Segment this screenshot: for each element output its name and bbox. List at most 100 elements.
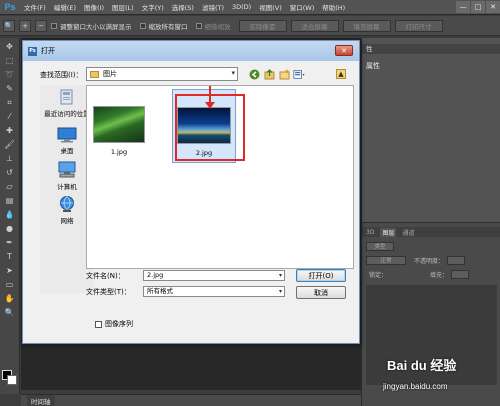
resize-window-checkbox[interactable] xyxy=(51,22,57,29)
history-brush-tool-icon[interactable]: ↺ xyxy=(2,167,18,178)
baidu-watermark: Bai du 经验 xyxy=(387,355,456,374)
path-select-tool-icon[interactable]: ➤ xyxy=(2,265,18,276)
eyedropper-tool-icon[interactable]: ⁄ xyxy=(2,111,18,122)
desktop-icon xyxy=(57,127,77,143)
quick-select-tool-icon[interactable]: ✎ xyxy=(2,83,18,94)
menu-edit[interactable]: 编辑(E) xyxy=(50,2,80,12)
look-in-select[interactable]: 图片 ▾ xyxy=(86,67,238,81)
new-folder-icon[interactable] xyxy=(278,68,290,80)
print-size-button[interactable]: 打印尺寸 xyxy=(394,19,443,32)
file-type-label: 文件类型(T)： xyxy=(86,288,131,296)
fill-screen-button[interactable]: 填充屏幕 xyxy=(342,19,391,32)
dialog-close-button[interactable]: ✕ xyxy=(335,45,353,56)
zoom-all-checkbox[interactable] xyxy=(139,22,146,29)
zoom-tool-side-icon[interactable]: 🔍 xyxy=(2,307,18,318)
menu-help[interactable]: 帮助(H) xyxy=(318,2,349,12)
chevron-down-icon[interactable]: ▾ xyxy=(279,271,282,280)
computer-icon xyxy=(58,161,76,178)
tab-layers[interactable]: 图层 xyxy=(380,227,397,237)
place-desktop-label: 桌面 xyxy=(60,147,74,155)
menu-window[interactable]: 窗口(W) xyxy=(286,2,319,12)
file-type-select[interactable]: 所有格式 ▾ xyxy=(143,286,285,297)
healing-brush-tool-icon[interactable]: ✚ xyxy=(2,125,18,136)
fit-screen-button[interactable]: 适合屏幕 xyxy=(290,19,339,32)
fill-field[interactable] xyxy=(451,269,470,279)
hand-tool-icon[interactable]: ✋ xyxy=(2,293,18,304)
dodge-tool-icon[interactable]: ● xyxy=(2,223,18,234)
file-name-input[interactable]: 2.jpg ▾ xyxy=(143,270,285,281)
status-bar: 时间轴 xyxy=(21,394,361,406)
eraser-tool-icon[interactable]: ▱ xyxy=(2,181,18,192)
place-computer-label: 计算机 xyxy=(57,183,77,191)
view-menu-icon[interactable] xyxy=(293,68,305,80)
move-tool-icon[interactable]: ✥ xyxy=(2,41,18,52)
timeline-tab[interactable]: 时间轴 xyxy=(27,394,55,406)
file-name-value: 2.jpg xyxy=(147,271,164,279)
menu-3d[interactable]: 3D(D) xyxy=(228,3,255,11)
dialog-nav-icons xyxy=(248,68,308,80)
cancel-button[interactable]: 取消 xyxy=(296,286,346,299)
blend-row: 正常 不透明度： xyxy=(366,255,470,265)
actual-pixels-button[interactable]: 实际像素 xyxy=(238,19,287,32)
menu-filter[interactable]: 滤镜(T) xyxy=(198,2,228,12)
recent-places-icon xyxy=(60,89,73,105)
color-swatches[interactable] xyxy=(2,370,18,386)
type-tool-icon[interactable]: T xyxy=(2,251,18,262)
file-name-label: 1.jpg xyxy=(110,148,128,156)
menu-select[interactable]: 选择(S) xyxy=(168,2,198,12)
minimize-button[interactable]: — xyxy=(456,1,470,13)
chevron-down-icon: ▾ xyxy=(231,69,235,77)
lasso-tool-icon[interactable]: ➰ xyxy=(2,69,18,80)
scrubby-zoom-checkbox[interactable] xyxy=(195,22,202,29)
menu-file[interactable]: 文件(F) xyxy=(20,2,50,12)
menu-type[interactable]: 文字(Y) xyxy=(138,2,168,12)
photoshop-small-icon: Ps xyxy=(28,46,37,56)
menu-view[interactable]: 视图(V) xyxy=(255,2,286,12)
properties-tab[interactable]: 性 xyxy=(362,44,500,54)
photoshop-logo: Ps xyxy=(4,2,16,12)
photoshop-browse-icon[interactable]: ▲ xyxy=(336,69,346,79)
window-controls: — □ ✕ xyxy=(455,1,500,13)
maximize-button[interactable]: □ xyxy=(471,1,485,13)
up-folder-icon[interactable] xyxy=(263,68,275,80)
shape-tool-icon[interactable]: ▭ xyxy=(2,279,18,290)
layers-panel: 3D 图层 通道 类型 正常 不透明度： 锁定： 填充： xyxy=(362,222,500,406)
file-thumbnail xyxy=(93,106,145,143)
opacity-label: 不透明度： xyxy=(414,257,445,265)
blur-tool-icon[interactable]: 💧 xyxy=(2,209,18,220)
options-bar: 🔍 + − 调整窗口大小以满屏显示 缩放所有窗口 细微缩放 实际像素 适合屏幕 … xyxy=(0,16,500,36)
right-panels: 性 属性 3D 图层 通道 类型 正常 不透明度： 锁定： 填充： xyxy=(361,38,500,406)
zoom-in-icon[interactable]: + xyxy=(19,19,31,32)
look-in-value: 图片 xyxy=(103,70,117,78)
layers-tabs: 3D 图层 通道 xyxy=(362,227,500,237)
blend-mode-select[interactable]: 正常 xyxy=(366,255,406,265)
resize-window-label: 调整窗口大小以满屏显示 xyxy=(60,22,132,31)
file-item[interactable]: 1.jpg xyxy=(93,106,145,156)
menu-image[interactable]: 图像(I) xyxy=(80,2,108,12)
lock-label: 锁定： xyxy=(369,271,388,279)
place-network-label: 网络 xyxy=(60,217,74,225)
crop-tool-icon[interactable]: ⌗ xyxy=(2,97,18,108)
close-app-button[interactable]: ✕ xyxy=(486,1,500,13)
opacity-field[interactable] xyxy=(447,255,466,265)
tab-channels[interactable]: 通道 xyxy=(402,228,414,237)
image-sequence-label: 图像序列 xyxy=(105,320,133,328)
network-icon xyxy=(60,196,74,212)
gradient-tool-icon[interactable]: ▤ xyxy=(2,195,18,206)
properties-title: 属性 xyxy=(366,62,380,70)
chevron-down-icon[interactable]: ▾ xyxy=(279,287,282,296)
brush-tool-icon[interactable]: 🖌 xyxy=(2,139,18,150)
clone-stamp-tool-icon[interactable]: ⊥ xyxy=(2,153,18,164)
back-icon[interactable] xyxy=(248,68,260,80)
layer-kind-select[interactable]: 类型 xyxy=(366,241,394,251)
menu-layer[interactable]: 图层(L) xyxy=(108,2,138,12)
look-in-label: 查找范围(I)： xyxy=(40,71,83,79)
pen-tool-icon[interactable]: ✒ xyxy=(2,237,18,248)
watermark-text: Bai du 经验 xyxy=(387,358,457,373)
tab-3d[interactable]: 3D xyxy=(366,229,374,236)
marquee-tool-icon[interactable]: ⬚ xyxy=(2,55,18,66)
background-color[interactable] xyxy=(7,375,17,385)
zoom-out-icon[interactable]: − xyxy=(35,19,47,32)
image-sequence-checkbox[interactable] xyxy=(95,320,102,328)
open-button[interactable]: 打开(O) xyxy=(296,269,346,282)
